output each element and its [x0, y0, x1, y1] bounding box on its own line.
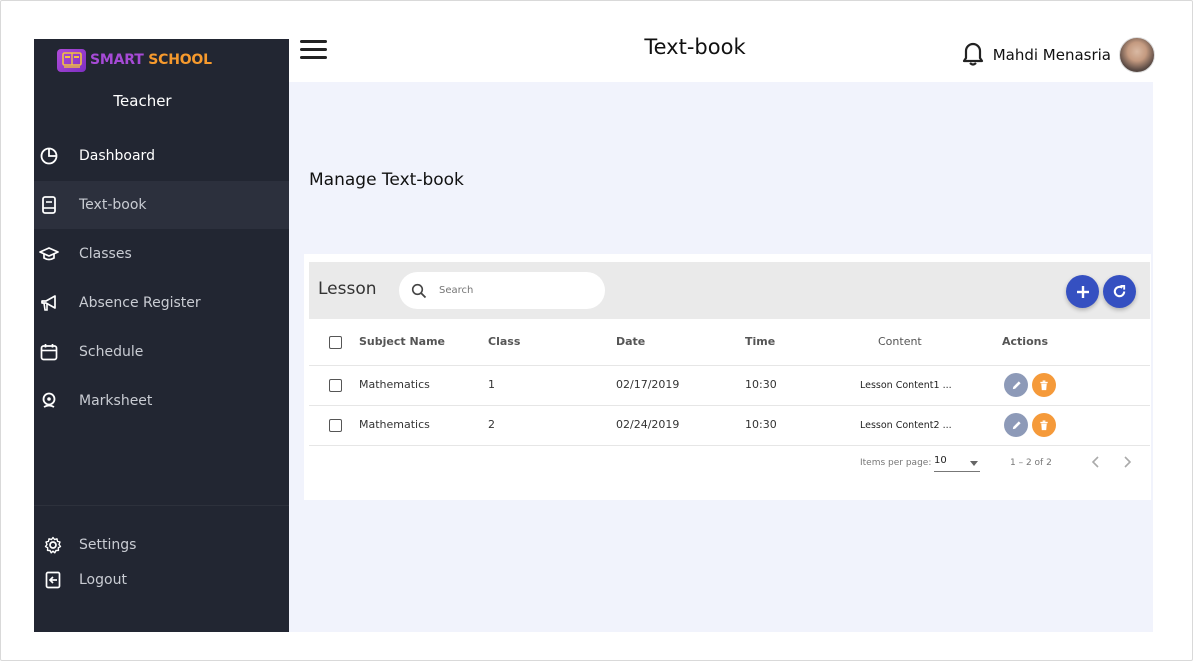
add-button[interactable] — [1066, 275, 1099, 308]
user-menu[interactable]: Mahdi Menasria — [961, 37, 1155, 73]
chevron-right-icon — [1124, 456, 1132, 468]
sidebar-item-label: Absence Register — [79, 295, 201, 311]
sidebar-item-label: Logout — [79, 572, 127, 588]
sidebar-divider — [34, 505, 289, 506]
user-name: Mahdi Menasria — [992, 46, 1111, 64]
trash-icon — [1040, 379, 1048, 390]
brand-smart: SMART — [90, 52, 144, 68]
marksheet-icon — [39, 391, 59, 411]
pie-chart-icon — [39, 146, 59, 166]
cell-time: 10:30 — [745, 378, 777, 391]
sidebar-item-absence-register[interactable]: Absence Register — [34, 279, 289, 327]
refresh-icon — [1113, 284, 1126, 298]
logout-icon — [43, 570, 63, 590]
sidebar-item-schedule[interactable]: Schedule — [34, 328, 289, 376]
search-icon — [411, 283, 427, 299]
column-header-subject[interactable]: Subject Name — [359, 335, 445, 348]
sidebar-item-label: Text-book — [79, 197, 147, 213]
cell-date: 02/17/2019 — [616, 378, 680, 391]
pencil-icon — [1012, 380, 1021, 389]
column-header-actions: Actions — [1002, 335, 1048, 348]
search-box[interactable] — [399, 272, 605, 309]
dropdown-caret-icon — [970, 461, 978, 466]
lesson-card: Lesson Subject Name Class Date Time Cont… — [304, 254, 1151, 500]
calendar-icon — [39, 342, 59, 362]
row-divider — [309, 445, 1150, 446]
items-per-page-value: 10 — [934, 455, 947, 466]
items-per-page-select[interactable]: 10 — [934, 454, 980, 472]
row-checkbox[interactable] — [329, 379, 342, 392]
sidebar-item-dashboard[interactable]: Dashboard — [34, 132, 289, 180]
edit-button[interactable] — [1004, 373, 1028, 397]
previous-page-button[interactable] — [1089, 454, 1103, 470]
user-role: Teacher — [113, 92, 172, 110]
search-input[interactable] — [439, 285, 589, 296]
sidebar: SMART SCHOOL Teacher Dashboard Text-book… — [34, 39, 289, 632]
pencil-icon — [1012, 420, 1021, 429]
app-logo[interactable]: SMART SCHOOL — [57, 48, 212, 72]
sidebar-item-logout[interactable]: Logout — [34, 556, 289, 604]
section-title: Manage Text-book — [309, 170, 464, 190]
main-content: Manage Text-book Lesson Subject Name Cla… — [289, 82, 1153, 632]
top-bar: Text-book Mahdi Menasria — [289, 30, 1155, 82]
delete-button[interactable] — [1032, 413, 1056, 437]
row-divider — [309, 405, 1150, 406]
logo-book-icon — [57, 48, 86, 72]
plus-icon — [1076, 285, 1089, 298]
column-header-time[interactable]: Time — [745, 335, 775, 348]
cell-content[interactable]: Lesson Content2 ... — [860, 420, 952, 431]
refresh-button[interactable] — [1103, 275, 1136, 308]
gear-icon — [43, 535, 63, 555]
sidebar-item-label: Schedule — [79, 344, 144, 360]
card-header: Lesson — [309, 262, 1150, 319]
next-page-button[interactable] — [1120, 454, 1134, 470]
page-range: 1 – 2 of 2 — [1010, 458, 1052, 468]
cell-subject: Mathematics — [359, 418, 430, 431]
column-header-date[interactable]: Date — [616, 335, 645, 348]
chevron-left-icon — [1091, 456, 1099, 468]
column-header-content: Content — [878, 335, 922, 348]
delete-button[interactable] — [1032, 373, 1056, 397]
cell-class: 1 — [488, 378, 495, 391]
sidebar-item-label: Classes — [79, 246, 132, 262]
row-divider — [309, 365, 1150, 366]
select-all-checkbox[interactable] — [329, 336, 342, 349]
trash-icon — [1040, 419, 1048, 430]
book-icon — [39, 195, 59, 215]
graduation-cap-icon — [39, 244, 59, 264]
cell-content[interactable]: Lesson Content1 ... — [860, 380, 952, 391]
sidebar-item-classes[interactable]: Classes — [34, 230, 289, 278]
row-checkbox[interactable] — [329, 419, 342, 432]
brand-name: SMART SCHOOL — [90, 52, 212, 68]
card-title: Lesson — [318, 279, 377, 299]
sidebar-item-marksheet[interactable]: Marksheet — [34, 377, 289, 425]
sidebar-item-label: Settings — [79, 537, 137, 553]
bell-icon[interactable] — [961, 40, 985, 70]
cell-date: 02/24/2019 — [616, 418, 680, 431]
cell-subject: Mathematics — [359, 378, 430, 391]
sidebar-item-label: Dashboard — [79, 148, 155, 164]
items-per-page-label: Items per page: — [860, 458, 932, 468]
brand-school: SCHOOL — [148, 52, 212, 68]
sidebar-item-label: Marksheet — [79, 393, 153, 409]
megaphone-icon — [39, 293, 59, 313]
cell-class: 2 — [488, 418, 495, 431]
sidebar-item-text-book[interactable]: Text-book — [34, 181, 289, 229]
avatar[interactable] — [1119, 37, 1155, 73]
edit-button[interactable] — [1004, 413, 1028, 437]
column-header-class[interactable]: Class — [488, 335, 520, 348]
cell-time: 10:30 — [745, 418, 777, 431]
